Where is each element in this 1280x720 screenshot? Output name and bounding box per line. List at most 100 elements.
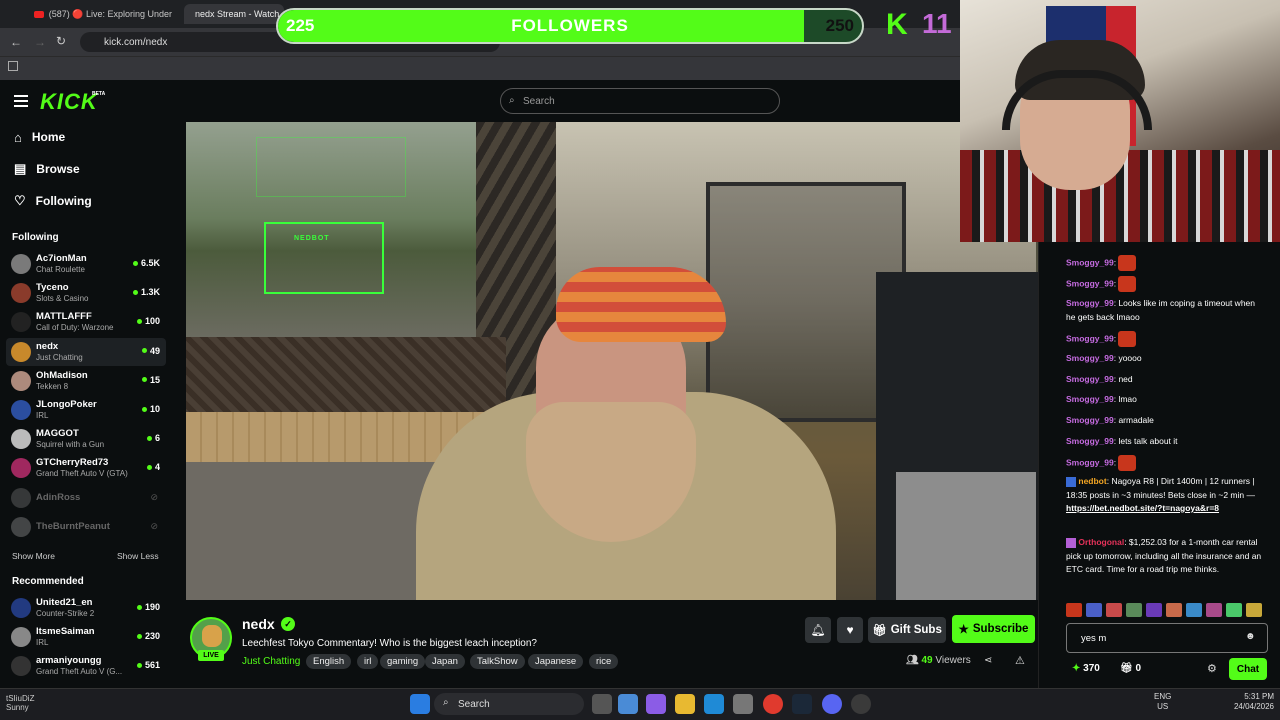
tag-chip[interactable]: Japanese: [528, 654, 584, 669]
chat-username[interactable]: Smoggy_99: [1066, 298, 1114, 308]
chat-username[interactable]: Smoggy_99: [1066, 394, 1114, 404]
channel-row[interactable]: Tyceno Slots & Casino 1.3K: [6, 279, 166, 307]
search-input[interactable]: ⌕ Search: [500, 88, 780, 114]
viewer-count-value: 15: [149, 374, 160, 385]
weather-widget[interactable]: tSIiuDiZ Sunny: [6, 694, 34, 712]
chat-username[interactable]: nedbot: [1078, 476, 1106, 486]
quick-emote[interactable]: [1086, 603, 1102, 617]
emoji-icon[interactable]: ☻: [1245, 631, 1256, 642]
channel-viewers: 100: [136, 316, 160, 326]
subscribe-button[interactable]: ★ Subscribe: [952, 615, 1035, 643]
quick-emote[interactable]: [1066, 603, 1082, 617]
channel-row[interactable]: nedx Just Chatting 49: [6, 337, 166, 366]
chat-send-button[interactable]: Chat: [1229, 658, 1267, 680]
taskbar-search[interactable]: ⌕ Search: [434, 693, 584, 715]
back-icon[interactable]: ←: [10, 35, 22, 49]
channel-row[interactable]: MAGGOT Squirrel with a Gun 6: [6, 425, 166, 453]
quick-emote[interactable]: [1186, 603, 1202, 617]
task-view-icon[interactable]: [592, 694, 612, 714]
chat-username[interactable]: Smoggy_99: [1066, 257, 1114, 267]
category-link[interactable]: Just Chatting: [242, 656, 300, 667]
chat-settings-gear-icon[interactable]: ⚙: [1207, 662, 1217, 675]
clock[interactable]: 5:31 PM 24/04/2026: [1224, 692, 1274, 712]
chat-username[interactable]: Smoggy_99: [1066, 436, 1114, 446]
video-player[interactable]: NEDBOT: [186, 122, 1038, 600]
channel-points[interactable]: ✦ 370: [1072, 663, 1100, 674]
channel-row[interactable]: United21_en Counter-Strike 2 190: [6, 594, 166, 622]
channel-row[interactable]: GTCherryRed73 Grand Theft Auto V (GTA) 4: [6, 454, 166, 482]
quick-emote[interactable]: [1106, 603, 1122, 617]
quick-emote[interactable]: [1126, 603, 1142, 617]
chat-username[interactable]: Smoggy_99: [1066, 353, 1114, 363]
apps-grid-icon[interactable]: [8, 61, 18, 71]
channel-row[interactable]: Ac7ionMan Chat Roulette 6.5K: [6, 250, 166, 278]
sidebar-item-browse[interactable]: ▤ Browse: [14, 159, 164, 179]
quick-emote[interactable]: [1146, 603, 1162, 617]
channel-row[interactable]: armaniyoungg Grand Theft Auto V (G... 561: [6, 652, 166, 680]
chrome-icon[interactable]: [763, 694, 783, 714]
show-less-link[interactable]: Show Less: [117, 551, 159, 561]
browser-tab-kick[interactable]: nedx Stream - Watch: [184, 4, 284, 24]
chat-username[interactable]: Orthogonal: [1078, 537, 1124, 547]
browser-tab-youtube[interactable]: (587) 🔴 Live: Exploring Under: [28, 4, 178, 24]
share-icon[interactable]: ⋖: [984, 655, 992, 666]
quick-emote[interactable]: [1166, 603, 1182, 617]
discord-icon[interactable]: [822, 694, 842, 714]
tag-chip[interactable]: Japan: [425, 654, 465, 669]
channel-avatar: [11, 516, 31, 537]
tag-chip[interactable]: irl: [357, 654, 379, 669]
kick-logo[interactable]: KICK: [40, 89, 98, 115]
channel-row[interactable]: JLongoPoker IRL 10: [6, 396, 166, 424]
follow-heart-button[interactable]: ♥: [837, 617, 863, 643]
chat-username[interactable]: Smoggy_99: [1066, 374, 1114, 384]
sidebar-item-following[interactable]: ♡ Following: [14, 191, 164, 211]
chat-input[interactable]: yes m: [1066, 623, 1268, 653]
file-explorer-icon[interactable]: [675, 694, 695, 714]
channel-row[interactable]: AdinRoss ⊘: [6, 484, 166, 512]
search-placeholder: Search: [523, 95, 555, 107]
settings-app-icon[interactable]: [618, 694, 638, 714]
channel-name: Ac7ionMan: [36, 253, 87, 264]
streamer-name[interactable]: nedx: [242, 616, 275, 632]
heart-icon: ♥: [846, 623, 854, 637]
windows-start-icon[interactable]: [410, 694, 430, 714]
gift-label: Gift Subs: [890, 624, 942, 636]
gift-subs-button[interactable]: 🎁︎ Gift Subs: [868, 617, 946, 643]
hamburger-menu-icon[interactable]: [14, 95, 28, 107]
chat-username[interactable]: Smoggy_99: [1066, 278, 1114, 288]
tag-chip[interactable]: gaming: [380, 654, 426, 669]
channel-row[interactable]: ItsmeSaiman IRL 230: [6, 623, 166, 651]
channel-name: nedx: [36, 340, 59, 352]
channel-row[interactable]: MATTLAFFF Call of Duty: Warzone 100: [6, 308, 166, 336]
sidebar-item-home[interactable]: ⌂ Home: [14, 127, 164, 147]
tag-chip[interactable]: TalkShow: [470, 654, 525, 669]
channel-category: Slots & Casino: [36, 294, 89, 304]
channel-row[interactable]: TheBurntPeanut ⊘: [6, 513, 166, 541]
webcam-overlay: [960, 0, 1280, 242]
store-icon[interactable]: [733, 694, 753, 714]
chat-username[interactable]: Smoggy_99: [1066, 415, 1114, 425]
obs-icon[interactable]: [851, 694, 871, 714]
channel-row[interactable]: OhMadison Tekken 8 15: [6, 367, 166, 395]
follower-current: 225: [286, 16, 315, 35]
browse-icon: ▤: [14, 161, 27, 176]
chat-username[interactable]: Smoggy_99: [1066, 457, 1114, 467]
quick-emote[interactable]: [1246, 603, 1262, 617]
edge-icon[interactable]: [704, 694, 724, 714]
chat-link[interactable]: https://bet.nedbot.site/?t=nagoya&r=8: [1066, 503, 1219, 513]
tag-chip[interactable]: rice: [589, 654, 619, 669]
tag-chip[interactable]: English: [306, 654, 352, 669]
quick-emote[interactable]: [1206, 603, 1222, 617]
chat-username[interactable]: Smoggy_99: [1066, 333, 1114, 343]
gift-counter[interactable]: 🎁︎ 0: [1120, 663, 1141, 674]
quick-emote[interactable]: [1226, 603, 1242, 617]
reload-icon[interactable]: ↻: [56, 34, 66, 48]
copilot-icon[interactable]: [646, 694, 666, 714]
channel-viewers: 561: [136, 660, 160, 670]
show-more-link[interactable]: Show More: [12, 551, 55, 561]
input-language[interactable]: ENG US: [1154, 692, 1171, 712]
forward-icon[interactable]: →: [34, 35, 46, 49]
report-icon[interactable]: ⚠: [1015, 654, 1025, 667]
steam-icon[interactable]: [792, 694, 812, 714]
notification-bell-button[interactable]: 🔔︎: [805, 617, 831, 643]
